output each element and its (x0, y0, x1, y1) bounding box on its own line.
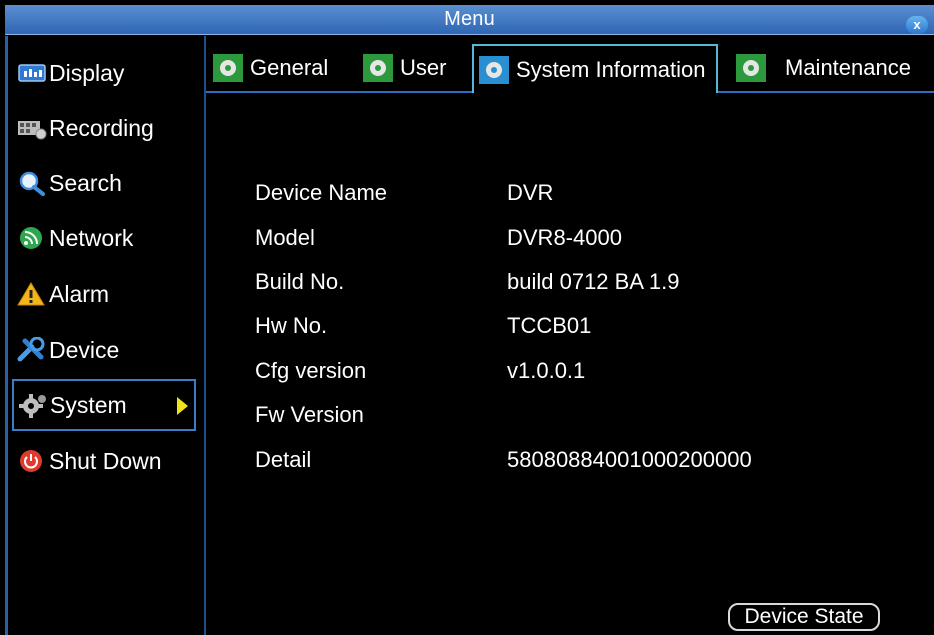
sidebar-item-label: Alarm (49, 280, 110, 307)
sidebar-divider (204, 36, 206, 635)
tab-label: System Information (516, 56, 706, 82)
tab-user[interactable]: User (358, 44, 446, 92)
power-icon (17, 448, 47, 474)
gear-icon (212, 53, 244, 83)
fw-version-label: Fw Version (255, 402, 364, 427)
build-no-value: build 0712 BA 1.9 (507, 269, 680, 294)
display-icon (17, 60, 47, 86)
gear-icon (478, 55, 510, 85)
device-name-value: DVR (507, 180, 554, 205)
gear-icon (362, 53, 394, 83)
device-name-label: Device Name (255, 180, 388, 205)
alarm-icon (17, 281, 47, 307)
device-state-button[interactable]: Device State (728, 603, 880, 631)
network-icon (17, 225, 47, 251)
hw-no-value: TCCB01 (507, 313, 592, 338)
model-value: DVR8-4000 (507, 225, 622, 250)
build-no-label: Build No. (255, 269, 345, 294)
sidebar-item-label: Recording (49, 114, 154, 141)
sidebar-item-display[interactable]: Display (13, 48, 195, 98)
sidebar-item-system[interactable]: System (12, 379, 196, 431)
cfg-version-label: Cfg version (255, 358, 367, 383)
tab-general[interactable]: General (208, 44, 328, 92)
sidebar-item-label: Network (49, 224, 134, 251)
tab-maintenance[interactable]: Maintenance (731, 44, 911, 92)
gear-icon (735, 53, 767, 83)
tab-label: User (400, 55, 447, 80)
sidebar-item-label: Display (49, 59, 125, 86)
sidebar-item-label: System (50, 391, 127, 418)
close-button[interactable]: x (906, 16, 928, 34)
tab-system-information[interactable]: System Information (472, 44, 718, 93)
sidebar: Display Recording Search Network Alarm D… (8, 36, 204, 635)
menu-window: Menu x Display Recording Search Network … (0, 0, 934, 635)
search-icon (17, 170, 47, 196)
sidebar-item-alarm[interactable]: Alarm (13, 269, 195, 319)
sidebar-item-label: Search (49, 169, 122, 196)
detail-label: Detail (255, 447, 312, 472)
selection-arrow-icon (177, 397, 188, 415)
sidebar-item-recording[interactable]: Recording (13, 103, 195, 153)
sidebar-item-device[interactable]: Device (13, 325, 195, 375)
sidebar-item-search[interactable]: Search (13, 158, 195, 208)
detail-value: 58080884001000200000 (507, 447, 752, 472)
tab-label: General (250, 55, 329, 80)
sidebar-item-label: Shut Down (49, 447, 162, 474)
sidebar-item-label: Device (49, 336, 120, 363)
model-label: Model (255, 225, 315, 250)
recording-icon (17, 115, 47, 141)
title-bar: Menu x (5, 5, 934, 35)
tab-label: Maintenance (785, 55, 911, 80)
sidebar-item-network[interactable]: Network (13, 213, 195, 263)
device-icon (17, 336, 47, 363)
hw-no-label: Hw No. (255, 313, 328, 338)
system-gear-icon (18, 392, 48, 418)
tab-bar: General User System Information Maintena… (206, 44, 934, 93)
sidebar-item-shut-down[interactable]: Shut Down (13, 436, 195, 486)
window-title: Menu (444, 8, 495, 30)
cfg-version-value: v1.0.0.1 (507, 358, 586, 383)
